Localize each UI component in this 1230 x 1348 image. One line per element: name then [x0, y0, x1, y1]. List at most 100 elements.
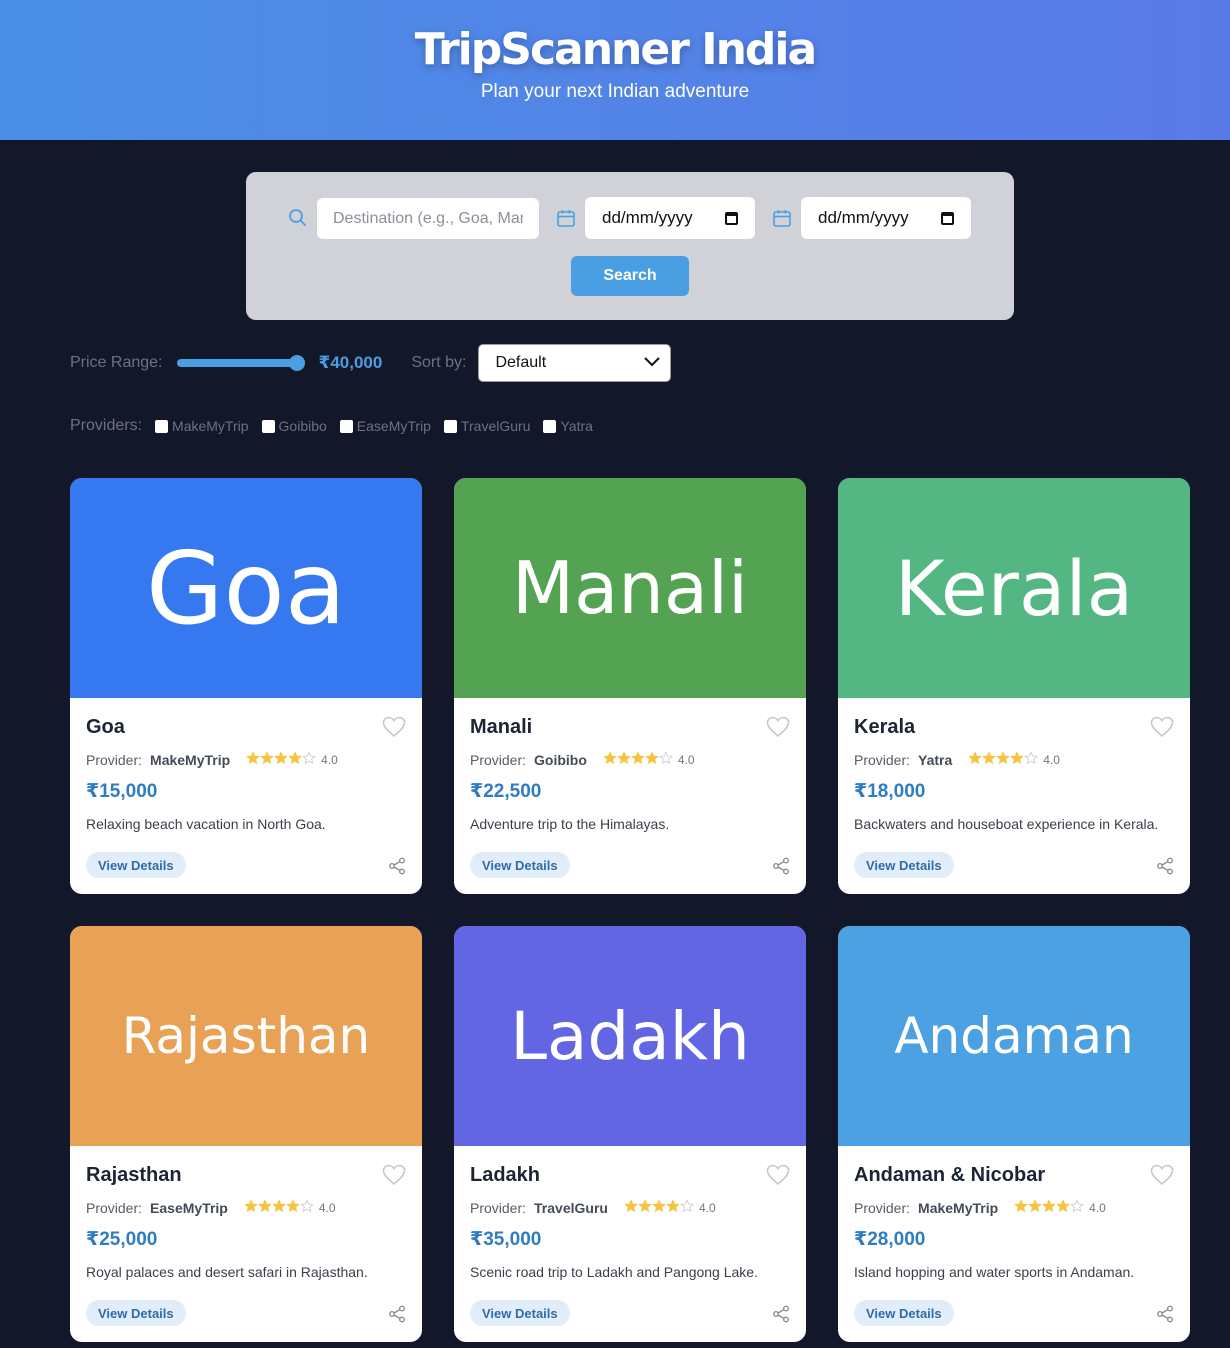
- checkbox[interactable]: [261, 419, 275, 433]
- trip-card[interactable]: Andaman Andaman & Nicobar Provider: MakeMyT…: [838, 926, 1190, 1342]
- card-price: ₹15,000: [86, 781, 158, 802]
- calendar-picker-icon[interactable]: [941, 211, 954, 225]
- provider-filter-label: Yatra: [560, 418, 593, 434]
- star-icon: [302, 751, 317, 768]
- star-icon: [1024, 751, 1039, 768]
- search-button[interactable]: Search: [571, 256, 689, 296]
- heart-icon[interactable]: [1150, 1164, 1174, 1191]
- rating-value: 4.0: [318, 1200, 336, 1215]
- card-description: Island hopping and water sports in Andam…: [854, 1264, 1135, 1280]
- share-icon[interactable]: [388, 1305, 406, 1328]
- trip-card[interactable]: Rajasthan Rajasthan Provider: EaseMyTrip 4.0…: [70, 926, 422, 1342]
- checkbox[interactable]: [443, 419, 457, 433]
- trip-card[interactable]: Ladakh Ladakh Provider: TravelGuru 4.0 ₹35,00…: [454, 926, 806, 1342]
- share-icon[interactable]: [388, 857, 406, 880]
- star-icon: [680, 1199, 694, 1216]
- share-icon[interactable]: [1156, 857, 1174, 880]
- provider-label: Provider:: [86, 1199, 143, 1216]
- start-date-field[interactable]: dd/mm/yyyy: [585, 197, 755, 239]
- view-details-button[interactable]: View Details: [470, 852, 570, 878]
- destination-banner: Goa: [70, 478, 422, 698]
- app-subtitle: Plan your next Indian adventure: [480, 81, 750, 102]
- provider-filter-travelguru[interactable]: TravelGuru: [436, 418, 531, 434]
- destination-input[interactable]: [317, 198, 539, 239]
- card-description: Relaxing beach vacation in North Goa.: [86, 816, 326, 832]
- view-details-button[interactable]: View Details: [470, 1300, 570, 1326]
- star-icon: [652, 1199, 666, 1216]
- card-price: ₹22,500: [470, 781, 542, 802]
- banner-text: Andaman: [894, 1007, 1134, 1065]
- trip-card[interactable]: Goa Goa Provider: MakeMyTrip 4.0 ₹15,000 Relax…: [70, 478, 422, 894]
- provider-name: Goibibo: [534, 751, 587, 768]
- star-icon: [246, 751, 261, 768]
- heart-icon[interactable]: [766, 1164, 790, 1191]
- card-price: ₹18,000: [854, 781, 926, 802]
- star-icon: [274, 751, 289, 768]
- calendar-picker-icon[interactable]: [725, 211, 738, 225]
- calendar-icon: [772, 208, 792, 233]
- trip-card[interactable]: Kerala Kerala Provider: Yatra 4.0 ₹18,000 Back…: [838, 478, 1190, 894]
- star-rating: 4.0: [246, 751, 338, 768]
- destination-banner: Manali: [454, 478, 806, 698]
- provider-filter-yatra[interactable]: Yatra: [535, 418, 593, 434]
- banner-text: Rajasthan: [121, 1007, 371, 1065]
- search-icon: [288, 208, 308, 233]
- checkbox[interactable]: [339, 419, 353, 433]
- view-details-button[interactable]: View Details: [86, 852, 186, 878]
- share-icon[interactable]: [1156, 1305, 1174, 1328]
- star-icon: [638, 1199, 652, 1216]
- provider-filter-label: Goibibo: [278, 418, 327, 434]
- star-icon: [968, 751, 983, 768]
- view-details-button[interactable]: View Details: [86, 1300, 186, 1326]
- rating-value: 4.0: [1089, 1200, 1106, 1215]
- price-range-slider[interactable]: [176, 355, 305, 371]
- star-icon: [285, 1199, 300, 1216]
- view-details-button[interactable]: View Details: [854, 1300, 954, 1326]
- end-date-value: dd/mm/yyyy: [818, 208, 909, 227]
- card-title: Kerala: [854, 716, 916, 738]
- provider-label: Provider:: [470, 751, 527, 768]
- view-details-button[interactable]: View Details: [854, 852, 954, 878]
- slider-thumb[interactable]: [288, 355, 305, 371]
- price-sort-row: Price Range: ₹40,000 Sort by: Default: [70, 344, 672, 382]
- star-rating: 4.0: [1014, 1199, 1106, 1216]
- card-title: Rajasthan: [86, 1164, 182, 1186]
- provider-filter-makemytrip[interactable]: MakeMyTrip: [147, 418, 249, 434]
- sort-selected-value: Default: [495, 354, 547, 371]
- share-icon[interactable]: [772, 857, 790, 880]
- star-icon: [271, 1199, 286, 1216]
- heart-icon[interactable]: [382, 1164, 406, 1191]
- banner-text: Manali: [511, 546, 748, 630]
- star-icon: [603, 751, 617, 768]
- end-date-field[interactable]: dd/mm/yyyy: [801, 197, 971, 239]
- card-title: Andaman & Nicobar: [854, 1164, 1046, 1186]
- sort-select[interactable]: Default: [478, 344, 672, 382]
- provider-filter-label: MakeMyTrip: [172, 418, 249, 434]
- checkbox[interactable]: [543, 419, 557, 433]
- banner-text: Ladakh: [510, 997, 750, 1075]
- heart-icon[interactable]: [1150, 716, 1174, 743]
- star-icon: [1014, 1199, 1029, 1216]
- page-header: TripScanner India Plan your next Indian …: [0, 0, 1230, 140]
- provider-name: MakeMyTrip: [918, 1199, 999, 1216]
- star-icon: [1010, 751, 1025, 768]
- trip-card[interactable]: Manali Manali Provider: Goibibo 4.0 ₹22,500 Ad…: [454, 478, 806, 894]
- sort-label: Sort by:: [411, 354, 467, 371]
- star-rating: 4.0: [243, 1199, 336, 1216]
- share-icon[interactable]: [772, 1305, 790, 1328]
- provider-name: MakeMyTrip: [150, 751, 231, 768]
- search-panel: dd/mm/yyyy dd/mm/yyyy Search: [246, 172, 1014, 320]
- provider-line: Provider: EaseMyTrip 4.0: [86, 1199, 336, 1216]
- provider-name: Yatra: [918, 751, 953, 768]
- price-range-label: Price Range:: [70, 354, 163, 371]
- provider-filter-goibibo[interactable]: Goibibo: [254, 418, 327, 434]
- heart-icon[interactable]: [382, 716, 406, 743]
- heart-icon[interactable]: [766, 716, 790, 743]
- checkbox[interactable]: [155, 419, 169, 433]
- provider-filter-easemytrip[interactable]: EaseMyTrip: [332, 418, 431, 434]
- provider-filter-label: TravelGuru: [460, 418, 531, 434]
- star-icon: [1042, 1199, 1057, 1216]
- rating-value: 4.0: [1043, 752, 1060, 767]
- star-icon: [260, 751, 275, 768]
- provider-label: Provider:: [854, 751, 911, 768]
